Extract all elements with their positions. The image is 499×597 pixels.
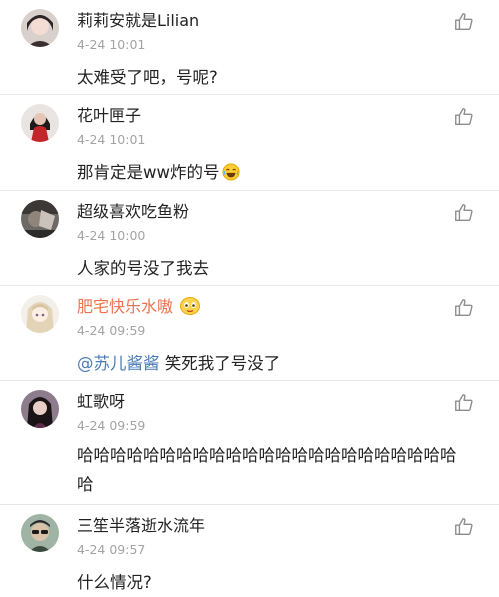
comment-username[interactable]: 超级喜欢吃鱼粉 bbox=[77, 202, 189, 222]
comment-username[interactable]: 莉莉安就是Lilian bbox=[77, 11, 199, 31]
comment-text: 哈哈哈哈哈哈哈哈哈哈哈哈哈哈哈哈哈哈哈哈哈哈哈哈 bbox=[77, 446, 457, 494]
comment-item: 肥宅快乐水嗷 4-24 09:59 @苏儿酱酱 笑死我了号没了 bbox=[0, 286, 499, 381]
comment-username[interactable]: 虹歌呀 bbox=[77, 392, 125, 412]
thumbs-up-icon[interactable] bbox=[453, 516, 475, 538]
comment-username[interactable]: 花叶匣子 bbox=[77, 106, 141, 126]
avatar-dark-hair-icon[interactable] bbox=[21, 390, 59, 428]
comment-timestamp: 4-24 09:59 bbox=[77, 418, 146, 433]
comment-text: 太难受了吧，号呢? bbox=[77, 68, 218, 87]
comment-list: 莉莉安就是Lilian 4-24 10:01 太难受了吧，号呢? 花叶匣子 4-… bbox=[0, 0, 499, 592]
avatar-red-dress-icon[interactable] bbox=[21, 104, 59, 142]
thumbs-up-icon[interactable] bbox=[453, 106, 475, 128]
avatar-sunglasses-icon[interactable] bbox=[21, 514, 59, 552]
comment-timestamp: 4-24 10:01 bbox=[77, 37, 146, 52]
thumbs-up-icon[interactable] bbox=[453, 202, 475, 224]
comment-username-row: 肥宅快乐水嗷 bbox=[77, 297, 201, 320]
comment-text-row: @苏儿酱酱 笑死我了号没了 bbox=[77, 350, 483, 378]
comment-item: 三笙半落逝水流年 4-24 09:57 什么情况? bbox=[0, 505, 499, 592]
comment-timestamp: 4-24 10:01 bbox=[77, 132, 146, 147]
comment-item: 超级喜欢吃鱼粉 4-24 10:00 人家的号没了我去 bbox=[0, 191, 499, 286]
comment-item: 虹歌呀 4-24 09:59 哈哈哈哈哈哈哈哈哈哈哈哈哈哈哈哈哈哈哈哈哈哈哈哈 bbox=[0, 381, 499, 505]
thumbs-up-icon[interactable] bbox=[453, 11, 475, 33]
comment-item: 莉莉安就是Lilian 4-24 10:01 太难受了吧，号呢? bbox=[0, 0, 499, 95]
comment-item: 花叶匣子 4-24 10:01 那肯定是ww炸的号 bbox=[0, 95, 499, 191]
comment-text: 笑死我了号没了 bbox=[159, 354, 281, 373]
laughing-emoji-icon bbox=[221, 162, 240, 190]
avatar-photo-icon[interactable] bbox=[21, 200, 59, 238]
avatar-anime-icon[interactable] bbox=[21, 295, 59, 333]
thumbs-up-icon[interactable] bbox=[453, 392, 475, 414]
avatar-girl-icon[interactable] bbox=[21, 9, 59, 47]
comment-username[interactable]: 三笙半落逝水流年 bbox=[77, 516, 205, 536]
comment-timestamp: 4-24 09:59 bbox=[77, 323, 146, 338]
comment-text-row: 那肯定是ww炸的号 bbox=[77, 159, 483, 190]
comment-timestamp: 4-24 09:57 bbox=[77, 542, 146, 557]
comment-text: 什么情况? bbox=[77, 573, 152, 592]
vip-fan-badge-icon bbox=[180, 297, 201, 320]
comment-timestamp: 4-24 10:00 bbox=[77, 228, 146, 243]
comment-text: 那肯定是ww炸的号 bbox=[77, 163, 220, 182]
thumbs-up-icon[interactable] bbox=[453, 297, 475, 319]
comment-text: 人家的号没了我去 bbox=[77, 259, 209, 278]
mention-link[interactable]: @苏儿酱酱 bbox=[77, 354, 160, 373]
comment-username[interactable]: 肥宅快乐水嗷 bbox=[77, 297, 173, 316]
